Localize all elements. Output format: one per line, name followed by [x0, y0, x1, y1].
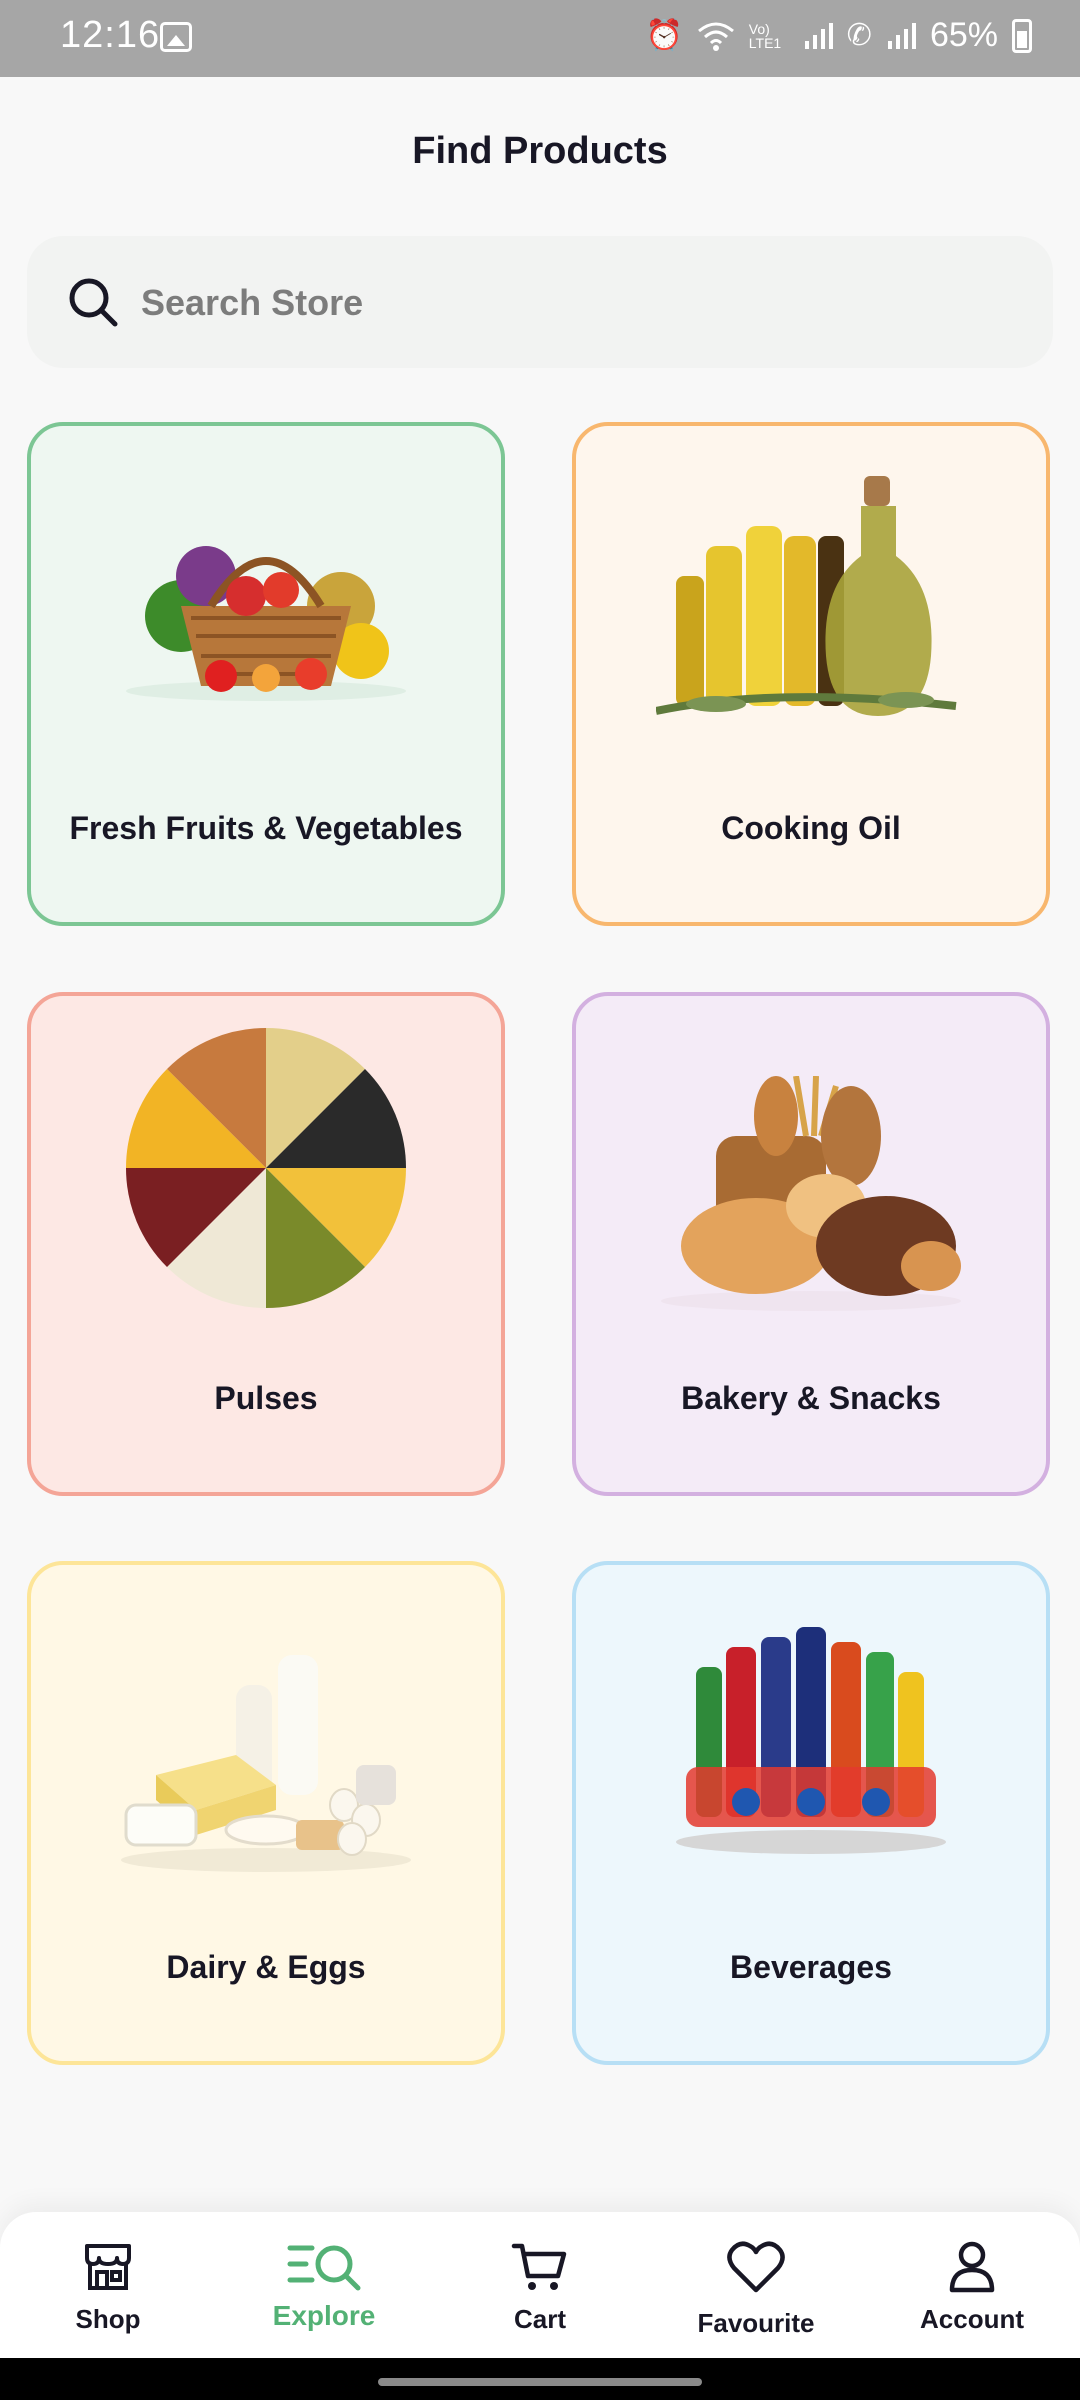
nav-label: Explore [272, 2300, 376, 2331]
signal-icon [804, 22, 833, 49]
page-title: Find Products [412, 130, 668, 172]
nav-account[interactable]: Account [864, 2212, 1080, 2358]
battery-icon [1012, 18, 1032, 53]
network-label: Vo) LTE1 [748, 20, 782, 51]
gallery-notification-icon [160, 22, 192, 52]
system-navigation-bar [0, 2358, 1080, 2400]
status-time: 12:16 [60, 14, 161, 56]
category-card-bakery-snacks[interactable]: Bakery & Snacks [572, 992, 1050, 1496]
category-card-dairy-eggs[interactable]: Dairy & Eggs [27, 1561, 505, 2065]
nav-label: Shop [75, 2304, 141, 2334]
store-icon [85, 2244, 131, 2290]
nav-shop[interactable]: Shop [0, 2212, 216, 2358]
category-card-fresh-fruits[interactable]: Fresh Fruits & Vegetables [27, 422, 505, 926]
dairy-icon [31, 1615, 501, 1915]
category-label: Dairy & Eggs [166, 1949, 366, 1985]
call-icon: ✆ [846, 18, 872, 52]
category-label: Cooking Oil [721, 810, 901, 846]
status-icons: ⏰ Vo) LTE1 ✆ 65% [645, 16, 1032, 55]
alarm-icon: ⏰ [645, 18, 683, 52]
user-icon [949, 2241, 995, 2293]
nav-label: Favourite [697, 2308, 815, 2338]
search-bar[interactable] [27, 236, 1053, 370]
category-card-cooking-oil[interactable]: Cooking Oil [572, 422, 1050, 926]
nav-label: Cart [513, 2304, 566, 2334]
category-label: Fresh Fruits & Vegetables [69, 810, 463, 846]
category-label: Pulses [214, 1380, 318, 1416]
nav-cart[interactable]: Cart [432, 2212, 648, 2358]
battery-percent: 65% [929, 16, 998, 54]
bread-icon [576, 1046, 1046, 1346]
oil-bottles-icon [576, 456, 1046, 756]
search-icon [69, 278, 118, 327]
home-indicator[interactable] [378, 2378, 702, 2386]
heart-icon [727, 2241, 785, 2293]
category-label: Beverages [730, 1949, 892, 1985]
category-card-pulses[interactable]: Pulses [27, 992, 505, 1496]
category-card-beverages[interactable]: Beverages [572, 1561, 1050, 2065]
nav-explore[interactable]: Explore [216, 2212, 432, 2358]
wifi-icon [697, 22, 734, 51]
status-bar: 12:16 ⏰ Vo) LTE1 ✆ 65% [0, 0, 1080, 77]
signal-icon-2 [887, 22, 916, 49]
category-label: Bakery & Snacks [681, 1380, 941, 1416]
bottom-navigation: Shop Explore Cart Favourite Account [0, 2212, 1080, 2358]
nav-label: Account [920, 2304, 1024, 2334]
fruit-basket-icon [31, 456, 501, 756]
search-input[interactable] [139, 236, 1003, 370]
cart-icon [511, 2243, 567, 2290]
explore-icon [287, 2245, 361, 2291]
nav-favourite[interactable]: Favourite [648, 2212, 864, 2358]
drinks-icon [576, 1587, 1046, 1887]
pulses-wheel-icon [31, 1018, 501, 1318]
